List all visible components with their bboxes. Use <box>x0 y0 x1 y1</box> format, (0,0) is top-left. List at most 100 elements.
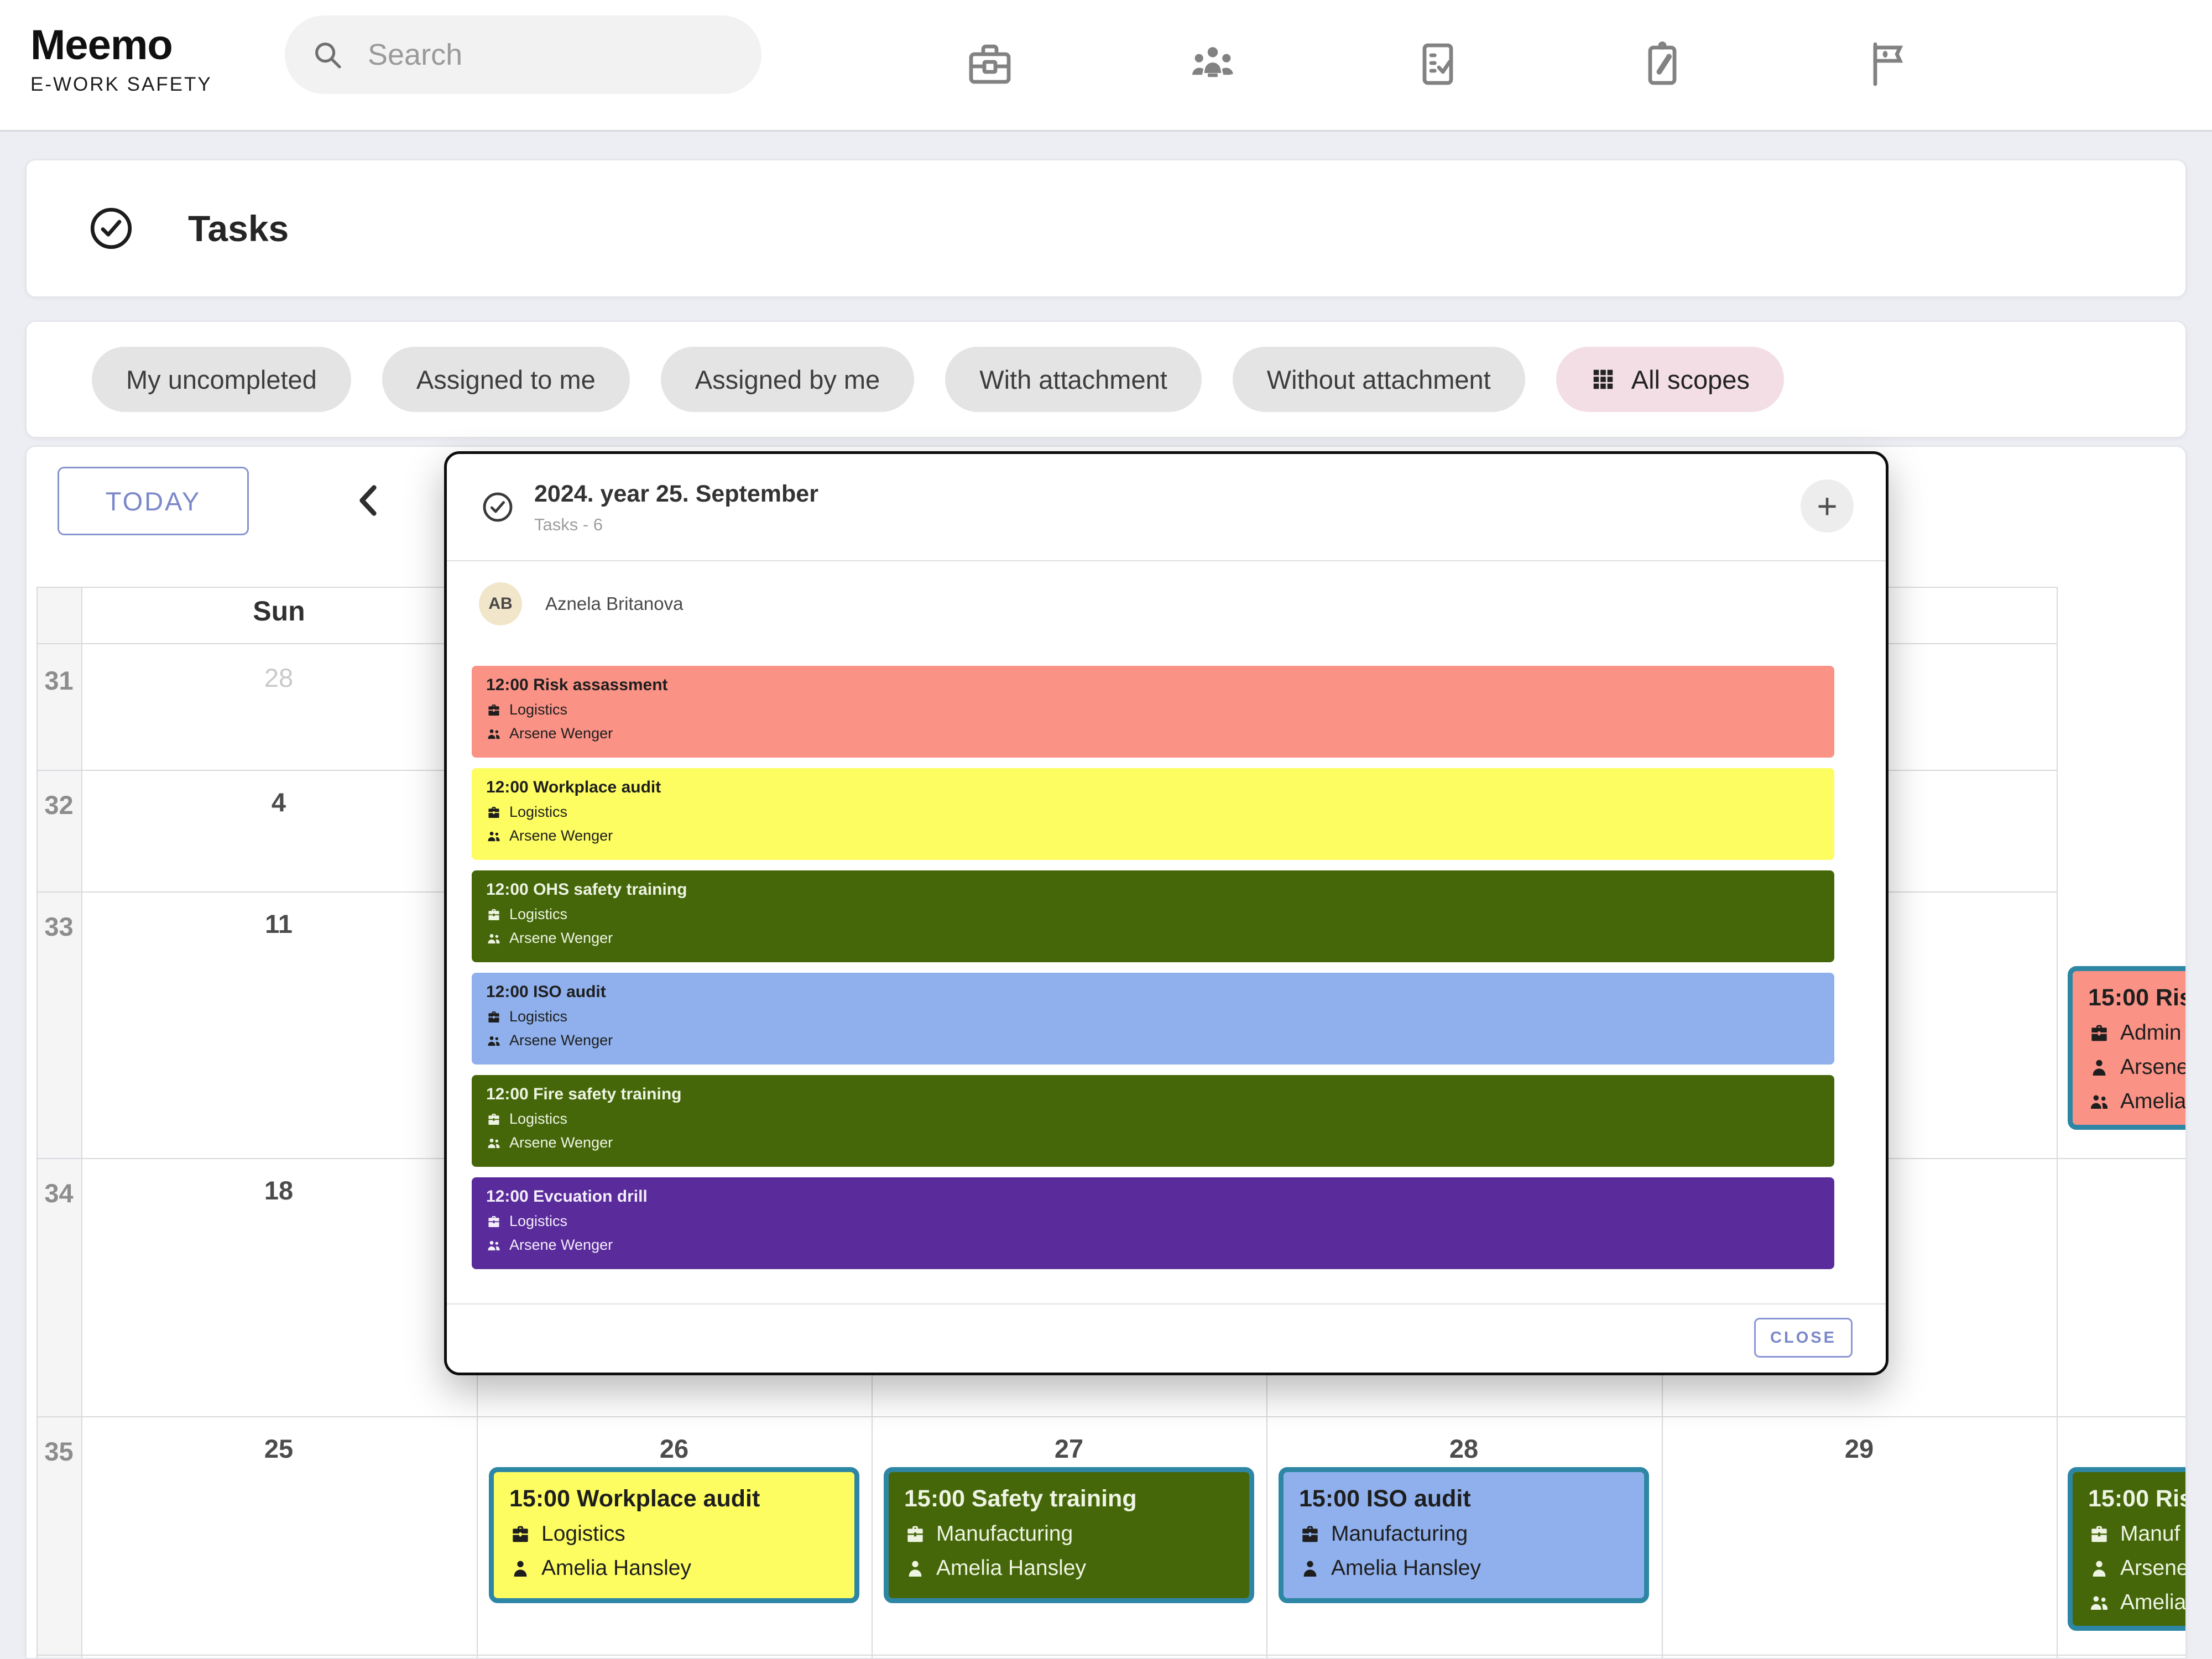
date-cell[interactable]: 29 <box>1804 1433 1914 1464</box>
event-assignee: Amelia Hansley <box>936 1554 1086 1583</box>
today-button[interactable]: TODAY <box>58 467 249 535</box>
week-number-gutter <box>36 587 81 1659</box>
date-cell[interactable]: 11 <box>223 909 334 939</box>
grid-line <box>81 587 82 1659</box>
event-title: 15:00 Workplace audit <box>509 1483 839 1514</box>
grid-icon <box>1590 367 1616 392</box>
week-number: 31 <box>36 665 81 696</box>
top-navigation-bar: Meemo E-WORK SAFETY <box>0 0 2212 132</box>
day-detail-modal: 2024. year 25. September Tasks - 6 + AB … <box>444 451 1888 1375</box>
clipboard-edit-icon[interactable] <box>1636 38 1689 91</box>
date-cell[interactable]: 27 <box>1014 1433 1124 1464</box>
briefcase-icon[interactable] <box>963 38 1016 91</box>
task-assignee: Arsene Wenger <box>509 928 613 948</box>
chevron-left-icon[interactable] <box>347 471 392 530</box>
chip-label: All scopes <box>1631 364 1750 395</box>
briefcase-icon <box>486 702 502 718</box>
brand-tagline: E-WORK SAFETY <box>30 74 212 96</box>
briefcase-icon <box>509 1523 531 1545</box>
modal-title: 2024. year 25. September <box>534 481 818 508</box>
week-number: 33 <box>36 911 81 942</box>
filters-panel: My uncompleted Assigned to me Assigned b… <box>25 321 2187 438</box>
brand-name: Meemo <box>30 21 212 69</box>
people-icon <box>486 726 502 742</box>
people-icon <box>486 1238 502 1253</box>
filter-chip-without-attachment[interactable]: Without attachment <box>1233 347 1525 412</box>
event-card-risk-clipped-2[interactable]: 15:00 Risk Manuf Arsene Amelia <box>2068 1467 2187 1631</box>
event-title: 15:00 Safety training <box>904 1483 1234 1514</box>
check-circle-icon <box>480 489 515 525</box>
event-person: Arsene <box>2120 1554 2187 1583</box>
date-cell[interactable]: 28 <box>223 662 334 693</box>
briefcase-icon <box>486 907 502 922</box>
week-number: 34 <box>36 1178 81 1208</box>
date-cell[interactable]: 28 <box>1408 1433 1519 1464</box>
task-scope: Logistics <box>509 802 567 822</box>
date-cell[interactable]: 4 <box>223 787 334 817</box>
date-cell[interactable]: 18 <box>223 1175 334 1206</box>
people-icon <box>2088 1091 2110 1113</box>
modal-footer-divider <box>447 1303 1886 1305</box>
event-assignee: Amelia Hansley <box>1331 1554 1481 1583</box>
task-scope: Logistics <box>509 1212 567 1231</box>
checklist-icon[interactable] <box>1411 38 1464 91</box>
briefcase-icon <box>486 1112 502 1127</box>
event-title: 15:00 Risk <box>2088 1483 2187 1514</box>
app-screen: Meemo E-WORK SAFETY Tasks <box>0 0 2212 1659</box>
people-icon <box>486 828 502 844</box>
week-number: 32 <box>36 790 81 820</box>
date-cell[interactable]: 26 <box>619 1433 729 1464</box>
task-title: 12:00 Fire safety training <box>486 1084 1834 1105</box>
briefcase-icon <box>2088 1022 2110 1044</box>
modal-task-evacuation-drill[interactable]: 12:00 Evcuation drill Logistics Arsene W… <box>472 1177 1834 1269</box>
page-title: Tasks <box>188 207 289 249</box>
modal-task-ohs-safety-training[interactable]: 12:00 OHS safety training Logistics Arse… <box>472 870 1834 962</box>
filter-chip-with-attachment[interactable]: With attachment <box>945 347 1202 412</box>
briefcase-icon <box>1299 1523 1321 1545</box>
filter-chip-my-uncompleted[interactable]: My uncompleted <box>92 347 351 412</box>
day-header-sun: Sun <box>81 595 477 627</box>
event-card-risk-clipped[interactable]: 15:00 Risk Admin Arsene Amelia <box>2068 966 2187 1130</box>
chip-label: Assigned to me <box>416 364 596 395</box>
search-icon <box>310 38 345 72</box>
modal-task-fire-safety-training[interactable]: 12:00 Fire safety training Logistics Ars… <box>472 1075 1834 1167</box>
people-icon <box>2088 1592 2110 1614</box>
person-icon <box>2088 1557 2110 1579</box>
event-card-iso-audit[interactable]: 15:00 ISO audit Manufacturing Amelia Han… <box>1279 1467 1649 1603</box>
task-scope: Logistics <box>509 905 567 924</box>
assignee-name: Aznela Britanova <box>545 593 683 614</box>
task-scope: Logistics <box>509 1109 567 1129</box>
person-icon <box>904 1557 926 1579</box>
briefcase-icon <box>486 1214 502 1229</box>
person-icon <box>2088 1056 2110 1078</box>
event-title: 15:00 Risk <box>2088 982 2187 1013</box>
person-icon <box>1299 1557 1321 1579</box>
team-icon[interactable] <box>1186 38 1239 91</box>
briefcase-icon <box>2088 1523 2110 1545</box>
modal-subtitle: Tasks - 6 <box>534 515 603 535</box>
event-scope: Manufacturing <box>1331 1520 1468 1548</box>
date-cell[interactable]: 25 <box>223 1433 334 1464</box>
modal-task-iso-audit[interactable]: 12:00 ISO audit Logistics Arsene Wenger <box>472 973 1834 1065</box>
filter-chip-assigned-by-me[interactable]: Assigned by me <box>661 347 914 412</box>
close-button[interactable]: CLOSE <box>1754 1318 1853 1358</box>
task-assignee: Arsene Wenger <box>509 826 613 846</box>
modal-task-workplace-audit[interactable]: 12:00 Workplace audit Logistics Arsene W… <box>472 768 1834 860</box>
chip-label: My uncompleted <box>126 364 317 395</box>
tasks-header-panel: Tasks <box>25 159 2187 298</box>
filter-chip-all-scopes[interactable]: All scopes <box>1556 347 1784 412</box>
event-group: Amelia <box>2120 1588 2186 1617</box>
modal-task-risk-assassment[interactable]: 12:00 Risk assassment Logistics Arsene W… <box>472 666 1834 758</box>
search-input[interactable] <box>368 38 700 72</box>
event-card-workplace-audit[interactable]: 15:00 Workplace audit Logistics Amelia H… <box>489 1467 859 1603</box>
grid-line <box>36 1416 2187 1417</box>
add-task-button[interactable]: + <box>1801 479 1854 533</box>
task-scope: Logistics <box>509 700 567 719</box>
event-card-safety-training[interactable]: 15:00 Safety training Manufacturing Amel… <box>884 1467 1254 1603</box>
app-logo[interactable]: Meemo E-WORK SAFETY <box>30 21 212 96</box>
task-assignee: Arsene Wenger <box>509 1133 613 1152</box>
event-scope: Manufacturing <box>936 1520 1073 1548</box>
flag-icon[interactable] <box>1861 38 1914 91</box>
filter-chip-assigned-to-me[interactable]: Assigned to me <box>382 347 630 412</box>
search-bar[interactable] <box>285 15 761 94</box>
